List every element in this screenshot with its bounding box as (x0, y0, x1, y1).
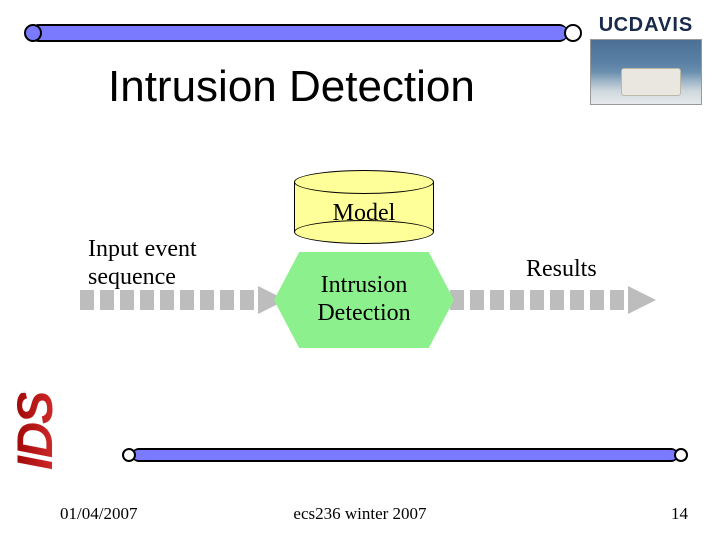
campus-photo-icon (590, 39, 702, 105)
bar-cap-right (564, 24, 582, 42)
arrow-shaft (430, 290, 630, 310)
model-label: Model (294, 200, 434, 227)
top-divider-bar (24, 24, 582, 42)
process-hexagon: Intrusion Detection (274, 252, 454, 348)
bar-cap-left (24, 24, 42, 42)
slide-title: Intrusion Detection (108, 62, 475, 112)
bar-cap-right (674, 448, 688, 462)
footer-page-number: 14 (671, 504, 688, 524)
arrow-shaft (80, 290, 260, 310)
logo-text: UCDAVIS (590, 14, 702, 37)
process-label-line2: Detection (317, 300, 410, 326)
bottom-divider-bar (122, 448, 688, 462)
slide: UCDAVIS Intrusion Detection Model Intrus… (0, 0, 720, 540)
arrow-output (430, 286, 656, 314)
bar-body (30, 24, 568, 42)
input-label-line1: Input event (88, 236, 197, 262)
logo-davis: DAVIS (629, 14, 694, 36)
bar-cap-left (122, 448, 136, 462)
arrow-head-icon (628, 286, 656, 314)
footer-course: ecs236 winter 2007 (0, 504, 720, 524)
logo-uc: UC (599, 14, 629, 36)
input-label-line2: sequence (88, 264, 176, 290)
ids-wordart: IDS (6, 393, 64, 470)
process-label-line1: Intrusion (321, 272, 408, 298)
bar-body (132, 448, 678, 462)
cylinder-top (294, 170, 434, 194)
ucdavis-logo: UCDAVIS (590, 14, 702, 105)
model-cylinder: Model (294, 170, 434, 244)
input-label: Input event sequence (88, 236, 197, 291)
results-label: Results (526, 256, 597, 283)
process-box: Intrusion Detection (274, 252, 454, 348)
